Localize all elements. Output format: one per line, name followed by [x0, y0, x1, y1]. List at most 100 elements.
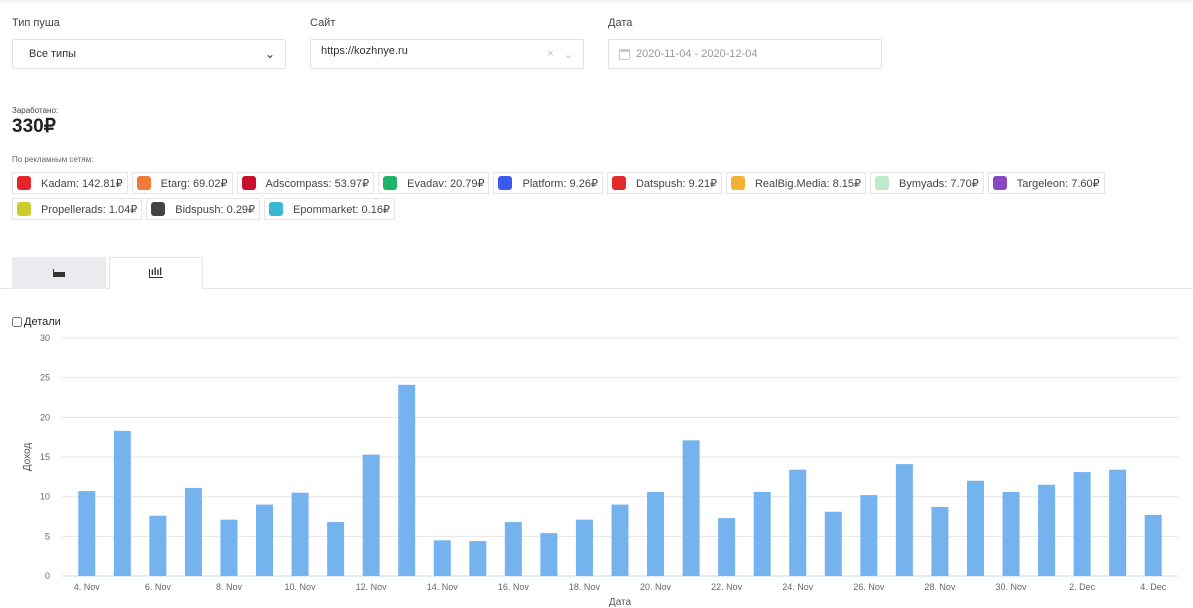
- bar: [824, 511, 842, 576]
- site-value: https://kozhnye.ru: [321, 45, 408, 57]
- x-tick-label: 8. Nov: [216, 582, 243, 592]
- bar: [398, 384, 416, 576]
- networks-label: По рекламным сетям:: [12, 155, 94, 164]
- x-tick-label: 4. Dec: [1140, 582, 1167, 592]
- site-select[interactable]: https://kozhnye.ru × ⌄: [310, 39, 584, 69]
- bar: [540, 533, 558, 576]
- chart-tabs: ılıl: [0, 257, 1193, 290]
- network-label: Bidspush: 0.29₽: [175, 203, 256, 216]
- targeleon-logo-icon: [989, 173, 1011, 193]
- network-badge: Etarg: 69.02₽: [131, 172, 233, 194]
- push-type-select[interactable]: Все типы ⌄: [12, 39, 286, 69]
- network-label: Kadam: 142.81₽: [41, 177, 123, 190]
- bar: [1038, 484, 1056, 576]
- network-label: Epommarket: 0.16₽: [293, 203, 390, 216]
- x-axis-title: Дата: [609, 597, 632, 608]
- push-type-label: Тип пуша: [12, 17, 60, 29]
- x-tick-label: 30. Nov: [996, 582, 1028, 592]
- network-badge: Platform: 9.26₽: [493, 172, 603, 194]
- date-value: 2020-11-04 - 2020-12-04: [636, 48, 758, 60]
- bar: [611, 504, 629, 576]
- x-tick-label: 16. Nov: [498, 582, 530, 592]
- bar: [895, 464, 913, 576]
- x-tick-label: 20. Nov: [640, 582, 672, 592]
- kadam-logo-icon: [13, 173, 35, 193]
- bar: [718, 518, 736, 576]
- bar: [504, 522, 522, 576]
- bar: [1002, 491, 1020, 576]
- x-tick-label: 12. Nov: [356, 582, 388, 592]
- push-type-value: Все типы: [29, 48, 77, 60]
- evadav-logo-icon: [379, 173, 401, 193]
- y-tick-label: 5: [45, 531, 50, 541]
- bar: [362, 454, 380, 576]
- bar: [149, 515, 167, 576]
- x-tick-label: 28. Nov: [924, 582, 956, 592]
- network-badge: Adscompass: 53.97₽: [236, 172, 375, 194]
- bar: [113, 430, 131, 576]
- bar: [575, 519, 593, 576]
- site-label: Сайт: [310, 17, 336, 29]
- y-tick-label: 20: [40, 412, 50, 422]
- bymyads-logo-icon: [871, 173, 893, 193]
- y-tick-label: 30: [40, 333, 50, 343]
- bar: [256, 504, 274, 576]
- network-label: Datspush: 9.21₽: [635, 177, 717, 190]
- y-tick-label: 15: [40, 452, 50, 462]
- x-tick-label: 4. Nov: [74, 582, 101, 592]
- network-badge: Propellerads: 1.04₽: [12, 198, 143, 220]
- bar: [966, 480, 984, 576]
- date-range-input[interactable]: 2020-11-04 - 2020-12-04: [608, 39, 882, 69]
- date-label: Дата: [608, 17, 633, 29]
- network-badge: Kadam: 142.81₽: [12, 172, 128, 194]
- bar-chart-icon: ılıl: [148, 267, 164, 278]
- bar: [1109, 469, 1127, 576]
- x-tick-label: 10. Nov: [285, 582, 317, 592]
- calendar-icon: [619, 48, 630, 60]
- bar: [327, 522, 345, 576]
- network-badge: Datspush: 9.21₽: [606, 172, 722, 194]
- network-badge: Epommarket: 0.16₽: [264, 198, 395, 220]
- networks-list: Kadam: 142.81₽ Etarg: 69.02₽ Adscompass: 5…: [12, 172, 1112, 220]
- platform-logo-icon: [494, 173, 516, 193]
- bar: [647, 491, 665, 576]
- y-tick-label: 0: [45, 571, 50, 581]
- datspush-logo-icon: [608, 173, 630, 193]
- network-badge: RealBig.Media: 8.15₽: [725, 172, 867, 194]
- x-tick-label: 18. Nov: [569, 582, 601, 592]
- network-badge: Bymyads: 7.70₽: [870, 172, 984, 194]
- earned-label: Заработано:: [12, 106, 59, 115]
- tab-area-chart[interactable]: [12, 257, 106, 289]
- x-tick-label: 26. Nov: [853, 582, 885, 592]
- network-label: Evadav: 20.79₽: [407, 177, 485, 190]
- network-label: Adscompass: 53.97₽: [265, 177, 370, 190]
- adscompass-logo-icon: [238, 173, 260, 193]
- y-tick-label: 10: [40, 492, 50, 502]
- bar: [220, 519, 238, 576]
- bar: [78, 491, 96, 576]
- y-axis-title: Доход: [22, 443, 33, 472]
- network-label: Platform: 9.26₽: [522, 177, 598, 190]
- chevron-down-icon: ⌄: [264, 47, 275, 61]
- bidspush-logo-icon: [147, 199, 169, 219]
- network-badge: Targeleon: 7.60₽: [987, 172, 1105, 194]
- bar: [469, 541, 487, 576]
- tab-bar-chart[interactable]: ılıl: [109, 257, 203, 290]
- bar: [682, 440, 700, 576]
- area-chart-icon: [53, 269, 65, 277]
- network-label: Targeleon: 7.60₽: [1016, 177, 1100, 190]
- revenue-bar-chart: 0 5 10 15 20 25 30 4. Nov 6. Nov 8. Nov 10. Nov 12.…: [22, 333, 1178, 608]
- x-tick-label: 24. Nov: [782, 582, 814, 592]
- network-label: RealBig.Media: 8.15₽: [754, 177, 862, 190]
- bar: [1073, 472, 1091, 576]
- network-badge: Bidspush: 0.29₽: [146, 198, 261, 220]
- bar: [931, 506, 949, 576]
- top-bar: [0, 0, 1193, 3]
- clear-icon[interactable]: ×: [547, 48, 553, 61]
- x-tick-label: 14. Nov: [427, 582, 459, 592]
- x-tick-label: 6. Nov: [145, 582, 172, 592]
- chevron-down-icon: ⌄: [563, 48, 573, 61]
- bar: [1144, 514, 1162, 576]
- network-badge: Evadav: 20.79₽: [378, 172, 490, 194]
- bar: [291, 492, 309, 576]
